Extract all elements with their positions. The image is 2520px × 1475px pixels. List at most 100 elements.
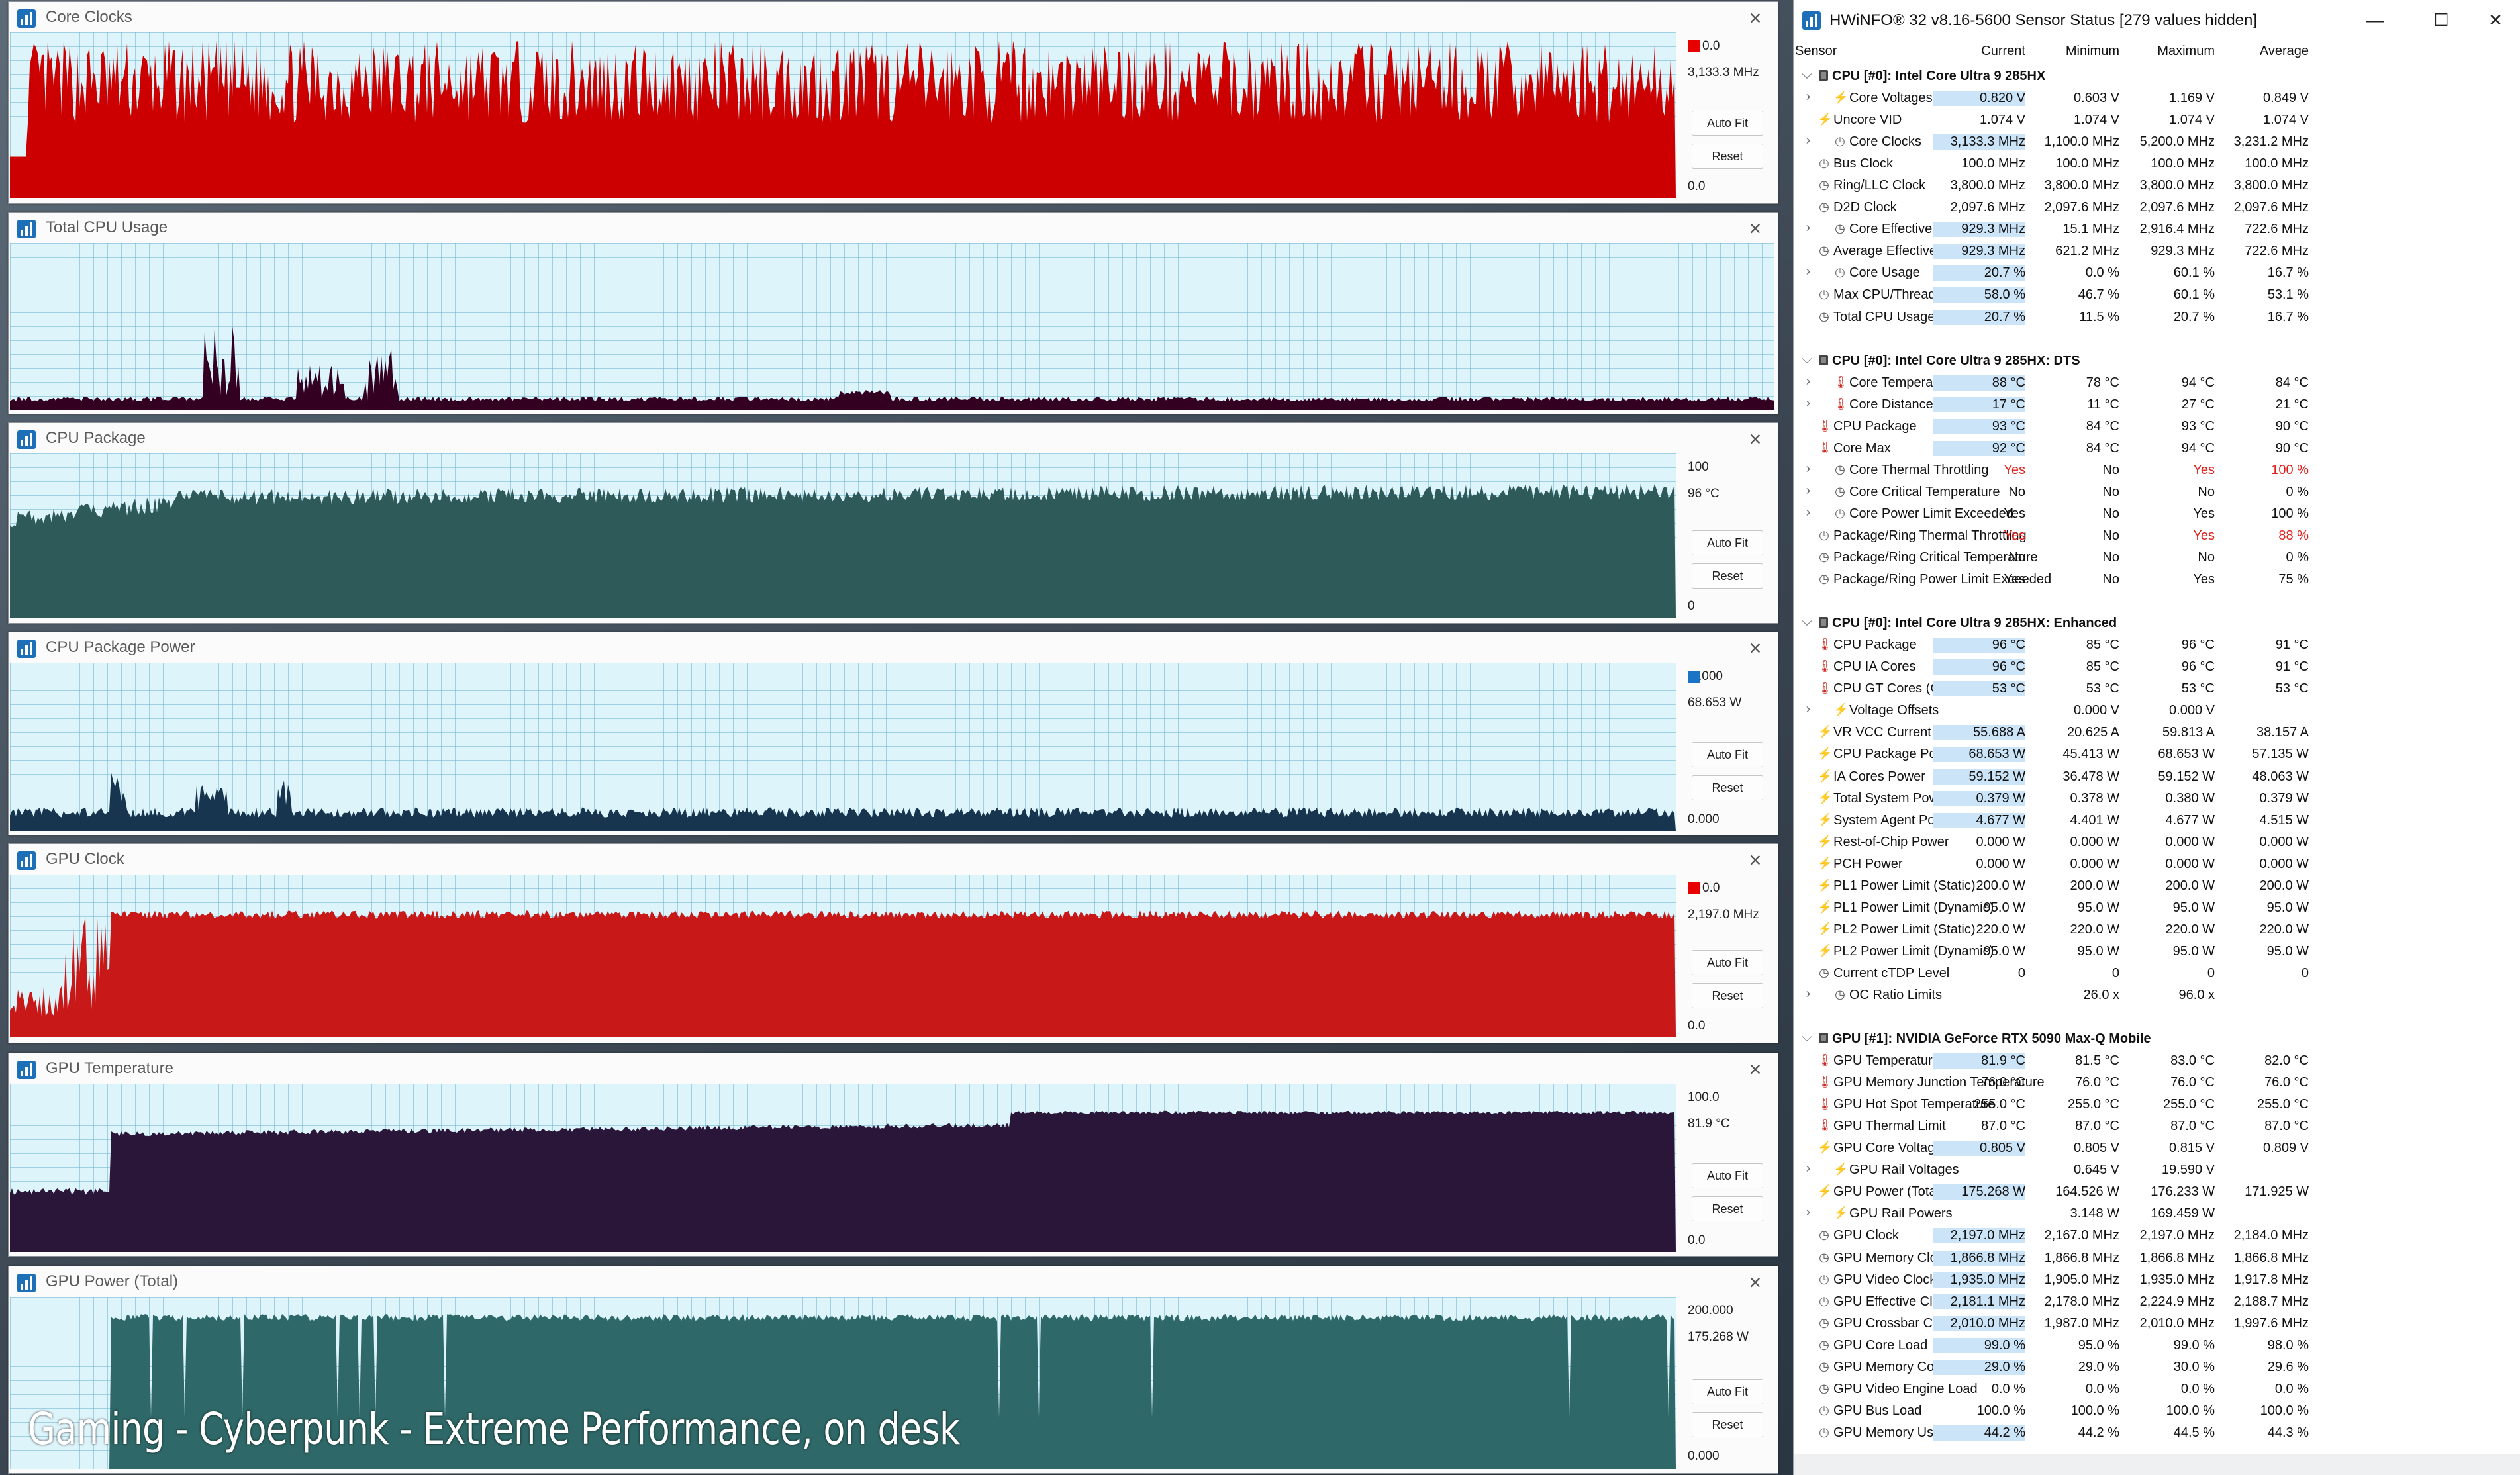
close-icon[interactable]: × bbox=[1742, 426, 1769, 452]
graph-titlebar[interactable]: CPU Package Power × bbox=[9, 632, 1778, 664]
column-minimum[interactable]: Minimum bbox=[2033, 44, 2119, 59]
collapse-icon[interactable]: ⌵ bbox=[1800, 352, 1814, 367]
column-header[interactable]: Sensor Current Minimum Maximum Average bbox=[1794, 42, 2520, 61]
sensor-row[interactable]: › ⚡ Core Voltages 0.820 V 0.603 V 1.169 V 0.84… bbox=[1794, 87, 2520, 109]
sensor-row[interactable]: ◷ Current cTDP Level 0 0 0 0 bbox=[1794, 962, 2520, 984]
sensor-row[interactable]: ◷ GPU Crossbar Clock 2,010.0 MHz 1,987.0 MH… bbox=[1794, 1312, 2520, 1334]
minimize-button[interactable]: — bbox=[2355, 7, 2395, 33]
sensor-row[interactable]: ⚡ GPU Power (Total) 175.268 W 164.526 W 176.… bbox=[1794, 1180, 2520, 1202]
close-icon[interactable]: × bbox=[1742, 1056, 1769, 1082]
reset-button[interactable]: Reset bbox=[1692, 983, 1763, 1008]
sensor-row[interactable]: ◷ GPU Clock 2,197.0 MHz 2,167.0 MHz 2,197.0 … bbox=[1794, 1224, 2520, 1246]
graph-titlebar[interactable]: Total CPU Usage × bbox=[9, 213, 1778, 244]
close-icon[interactable]: × bbox=[1742, 5, 1769, 31]
expand-icon[interactable]: › bbox=[1802, 702, 1815, 717]
expand-icon[interactable]: › bbox=[1802, 986, 1815, 1002]
sensor-row[interactable]: ◷ Average Effective Clock 929.3 MHz 621.2 M… bbox=[1794, 240, 2520, 262]
reset-button[interactable]: Reset bbox=[1692, 1412, 1763, 1437]
sensor-row[interactable]: › ◷ OC Ratio Limits 26.0 x 96.0 x bbox=[1794, 984, 2520, 1006]
graph-titlebar[interactable]: CPU Package × bbox=[9, 423, 1778, 455]
sensor-row[interactable]: ⚡ PL2 Power Limit (Dynamic) 95.0 W 95.0 W 95… bbox=[1794, 940, 2520, 962]
graph-color-swatch[interactable] bbox=[1688, 40, 1700, 52]
sensor-group-header[interactable]: ⌵ CPU [#0]: Intel Core Ultra 9 285HX bbox=[1794, 65, 2520, 87]
sensor-row[interactable]: › ◷ Core Power Limit Exceeded Yes No Yes 100 % bbox=[1794, 502, 2520, 524]
sensor-row[interactable]: ◷ GPU Memory Usage 44.2 % 44.2 % 44.5 % 44.3 … bbox=[1794, 1421, 2520, 1443]
sensor-row[interactable]: ⚡ PL1 Power Limit (Static) 200.0 W 200.0 W2… bbox=[1794, 875, 2520, 896]
sensor-row[interactable]: ⚡ IA Cores Power 59.152 W 36.478 W 59.152 W 4… bbox=[1794, 765, 2520, 787]
sensor-row[interactable]: 🌡 Core Max 92 °C 84 °C 94 °C 90 °C bbox=[1794, 437, 2520, 459]
column-sensor[interactable]: Sensor bbox=[1795, 44, 1837, 59]
close-icon[interactable]: × bbox=[1742, 847, 1769, 873]
sensor-row[interactable]: ◷ GPU Memory Controller Load 29.0 % 29.0 % 3… bbox=[1794, 1356, 2520, 1378]
reset-button[interactable]: Reset bbox=[1692, 563, 1763, 589]
auto-fit-button[interactable]: Auto Fit bbox=[1692, 1163, 1763, 1188]
close-icon[interactable]: × bbox=[1742, 1269, 1769, 1296]
sensor-row[interactable]: › ◷ Core Clocks 3,133.3 MHz 1,100.0 MHz 5,200… bbox=[1794, 130, 2520, 152]
expand-icon[interactable]: › bbox=[1802, 483, 1815, 499]
sensor-status-window[interactable]: HWiNFO® 32 v8.16-5600 Sensor Status [279… bbox=[1793, 0, 2520, 1475]
sensor-row[interactable]: ◷ GPU Bus Load 100.0 % 100.0 % 100.0 % 100.0 … bbox=[1794, 1400, 2520, 1421]
sensor-row[interactable]: ⚡ Rest-of-Chip Power 0.000 W 0.000 W 0.000 W… bbox=[1794, 831, 2520, 853]
sensor-row[interactable]: ◷ Max CPU/Thread Usage 58.0 % 46.7 % 60.1 % 5… bbox=[1794, 283, 2520, 305]
graph-window-cpu-package[interactable]: CPU Package × 100 96 °C Auto Fit Reset 0 bbox=[8, 422, 1778, 624]
graph-titlebar[interactable]: GPU Temperature × bbox=[9, 1053, 1778, 1085]
sensor-row[interactable]: › ⚡ GPU Rail Voltages 0.645 V 19.590 V bbox=[1794, 1159, 2520, 1180]
sensor-row[interactable]: ◷ Total CPU Usage 20.7 % 11.5 % 20.7 % 16.7 % bbox=[1794, 306, 2520, 328]
sensor-row[interactable]: ⚡ VR VCC Current (SVID IOUT) 55.688 A 20.62… bbox=[1794, 721, 2520, 743]
sensor-row[interactable]: ◷ Package/Ring Thermal Throttling Yes No Yes… bbox=[1794, 524, 2520, 546]
sensor-row[interactable]: ◷ GPU Memory Clock 1,866.8 MHz 1,866.8 MHz 1… bbox=[1794, 1247, 2520, 1268]
close-button[interactable]: ✕ bbox=[2476, 7, 2515, 33]
sensor-row[interactable]: ◷ D2D Clock 2,097.6 MHz 2,097.6 MHz 2,097.6 … bbox=[1794, 196, 2520, 218]
reset-button[interactable]: Reset bbox=[1692, 1196, 1763, 1221]
sensor-row[interactable]: ⚡ Total System Power 0.379 W 0.378 W 0.380 W… bbox=[1794, 787, 2520, 809]
sensor-row[interactable]: ◷ GPU Effective Clock 2,181.1 MHz 2,178.0 M… bbox=[1794, 1290, 2520, 1312]
graph-titlebar[interactable]: GPU Power (Total) × bbox=[9, 1266, 1778, 1298]
reset-button[interactable]: Reset bbox=[1692, 775, 1763, 800]
sensor-row[interactable]: 🌡 CPU Package 93 °C 84 °C 93 °C 90 °C bbox=[1794, 415, 2520, 437]
sensor-row[interactable]: ⚡ GPU Core Voltage 0.805 V 0.805 V 0.815 V 0.… bbox=[1794, 1137, 2520, 1159]
sensor-titlebar[interactable]: HWiNFO® 32 v8.16-5600 Sensor Status [279… bbox=[1794, 0, 2520, 40]
sensor-group-header[interactable]: ⌵ GPU [#1]: NVIDIA GeForce RTX 5090 Max-Q… bbox=[1794, 1027, 2520, 1049]
graph-window-gpu-clock[interactable]: GPU Clock × 0.0 2,197.0 MHz Auto Fit Res… bbox=[8, 843, 1778, 1043]
graph-titlebar[interactable]: GPU Clock × bbox=[9, 844, 1778, 876]
sensor-row[interactable]: 🌡 CPU GT Cores (Graphics) 53 °C 53 °C 53 °C 5… bbox=[1794, 677, 2520, 699]
sensor-row[interactable]: ◷ GPU Video Engine Load 0.0 % 0.0 % 0.0 % 0.0… bbox=[1794, 1378, 2520, 1400]
sensor-row[interactable]: 🌡 GPU Hot Spot Temperature 255.0 °C 255.0 °… bbox=[1794, 1093, 2520, 1115]
sensor-row[interactable]: ◷ Bus Clock 100.0 MHz 100.0 MHz 100.0 MHz 100… bbox=[1794, 152, 2520, 174]
expand-icon[interactable]: › bbox=[1802, 220, 1815, 236]
sensor-row[interactable]: ⚡ PCH Power 0.000 W 0.000 W 0.000 W 0.000 W bbox=[1794, 853, 2520, 875]
sensor-row[interactable]: › ◷ Core Usage 20.7 % 0.0 % 60.1 % 16.7 % bbox=[1794, 262, 2520, 283]
sensor-row[interactable]: › 🌡 Core Distance to TjMAX 17 °C 11 °C 27 °C 2… bbox=[1794, 393, 2520, 415]
expand-icon[interactable]: › bbox=[1802, 89, 1815, 105]
column-average[interactable]: Average bbox=[2223, 44, 2309, 59]
sensor-row[interactable]: › ⚡ GPU Rail Powers 3.148 W 169.459 W bbox=[1794, 1202, 2520, 1224]
column-current[interactable]: Current bbox=[1939, 44, 2025, 59]
expand-icon[interactable]: › bbox=[1802, 1205, 1815, 1220]
graph-window-total-cpu-usage[interactable]: Total CPU Usage × bbox=[8, 212, 1778, 414]
collapse-icon[interactable]: ⌵ bbox=[1800, 1030, 1814, 1045]
close-icon[interactable]: × bbox=[1742, 635, 1769, 661]
sensor-row[interactable]: ⚡ PL2 Power Limit (Static) 220.0 W 220.0 W2… bbox=[1794, 918, 2520, 940]
expand-icon[interactable]: › bbox=[1802, 264, 1815, 279]
sensor-row[interactable]: 🌡 CPU IA Cores 96 °C 85 °C 96 °C 91 °C bbox=[1794, 655, 2520, 677]
collapse-icon[interactable]: ⌵ bbox=[1800, 614, 1814, 630]
graph-window-cpu-package-power[interactable]: CPU Package Power × .000 68.653 W Auto F… bbox=[8, 632, 1778, 835]
collapse-icon[interactable]: ⌵ bbox=[1800, 68, 1814, 83]
sensor-row[interactable]: ◷ GPU Video Clock 1,935.0 MHz 1,905.0 MHz 1,… bbox=[1794, 1268, 2520, 1290]
sensor-row[interactable]: ⚡ CPU Package Power 68.653 W 45.413 W 68.653… bbox=[1794, 743, 2520, 765]
sensor-group-header[interactable]: ⌵ CPU [#0]: Intel Core Ultra 9 285HX: Enh… bbox=[1794, 612, 2520, 634]
maximize-button[interactable]: ☐ bbox=[2421, 7, 2461, 33]
auto-fit-button[interactable]: Auto Fit bbox=[1692, 111, 1763, 136]
expand-icon[interactable]: › bbox=[1802, 505, 1815, 520]
expand-icon[interactable]: › bbox=[1802, 133, 1815, 148]
sensor-row[interactable]: › ◷ Core Effective Clocks 929.3 MHz 15.1 MHz… bbox=[1794, 218, 2520, 240]
sensor-row[interactable]: › ◷ Core Thermal Throttling Yes No Yes 100 % bbox=[1794, 459, 2520, 481]
reset-button[interactable]: Reset bbox=[1692, 144, 1763, 169]
expand-icon[interactable]: › bbox=[1802, 1161, 1815, 1176]
sensor-row[interactable]: ◷ Package/Ring Power Limit Exceeded Yes No Y… bbox=[1794, 568, 2520, 590]
sensor-row[interactable]: 🌡 GPU Thermal Limit 87.0 °C 87.0 °C 87.0 °C 8… bbox=[1794, 1115, 2520, 1137]
auto-fit-button[interactable]: Auto Fit bbox=[1692, 742, 1763, 767]
auto-fit-button[interactable]: Auto Fit bbox=[1692, 1379, 1763, 1404]
sensor-list[interactable]: ⌵ CPU [#0]: Intel Core Ultra 9 285HX › ⚡ Cor… bbox=[1794, 65, 2520, 1443]
close-icon[interactable]: × bbox=[1742, 215, 1769, 242]
